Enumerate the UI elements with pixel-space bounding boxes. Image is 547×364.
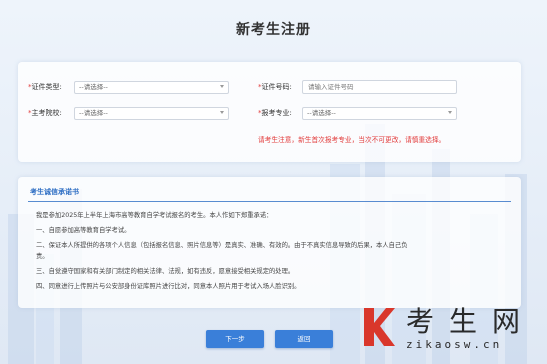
pledge-line: 一、自愿参加高等教育自学考试。 — [36, 227, 131, 234]
chevron-down-icon — [220, 111, 224, 114]
registration-form: *证件类型: --请选择-- *证件号码: *主考院校: --请选择-- *报考… — [18, 62, 521, 162]
watermark-url: zikaosw.cn — [406, 338, 503, 351]
integrity-pledge: 考生诚信承诺书 我是参加2025年上半年上海市高等教育自学考试报名的考生。本人作… — [18, 177, 521, 308]
school-label: *主考院校: — [28, 109, 62, 117]
major-notice: 请考生注意，新生首次报考专业，当次不可更改，请慎重选择。 — [258, 136, 446, 144]
major-label: *报考专业: — [258, 109, 292, 117]
school-select[interactable]: --请选择-- — [74, 107, 229, 120]
pledge-line: 三、自觉遵守国家和有关部门制定的相关法律、法规，如有违反，愿意接受相关规定的处理… — [36, 268, 295, 275]
chevron-down-icon — [220, 85, 224, 88]
back-button[interactable]: 返回 — [275, 330, 333, 348]
pledge-line: 我是参加2025年上半年上海市高等教育自学考试报名的考生。本人作如下郑重承诺： — [36, 212, 273, 219]
chevron-down-icon — [448, 111, 452, 114]
page-title: 新考生注册 — [236, 22, 311, 38]
watermark-logo: 考生网 zikaosw.cn — [362, 300, 542, 360]
divider — [28, 201, 511, 202]
id-type-select[interactable]: --请选择-- — [74, 81, 229, 94]
id-type-label: *证件类型: — [28, 83, 62, 91]
id-number-input[interactable] — [302, 80, 457, 94]
next-button[interactable]: 下一步 — [206, 330, 264, 348]
pledge-line: 四、同意进行上传照片与公安部身份证库照片进行比对，同意本人照片用于考试入场人脸识… — [36, 283, 301, 290]
pledge-body: 我是参加2025年上半年上海市高等教育自学考试报名的考生。本人作如下郑重承诺： … — [36, 208, 509, 294]
major-select[interactable]: --请选择-- — [302, 107, 457, 120]
id-number-label: *证件号码: — [258, 83, 292, 91]
pledge-title: 考生诚信承诺书 — [30, 188, 79, 196]
k-logo-icon — [364, 308, 395, 346]
watermark-brand: 考生网 — [406, 305, 536, 338]
